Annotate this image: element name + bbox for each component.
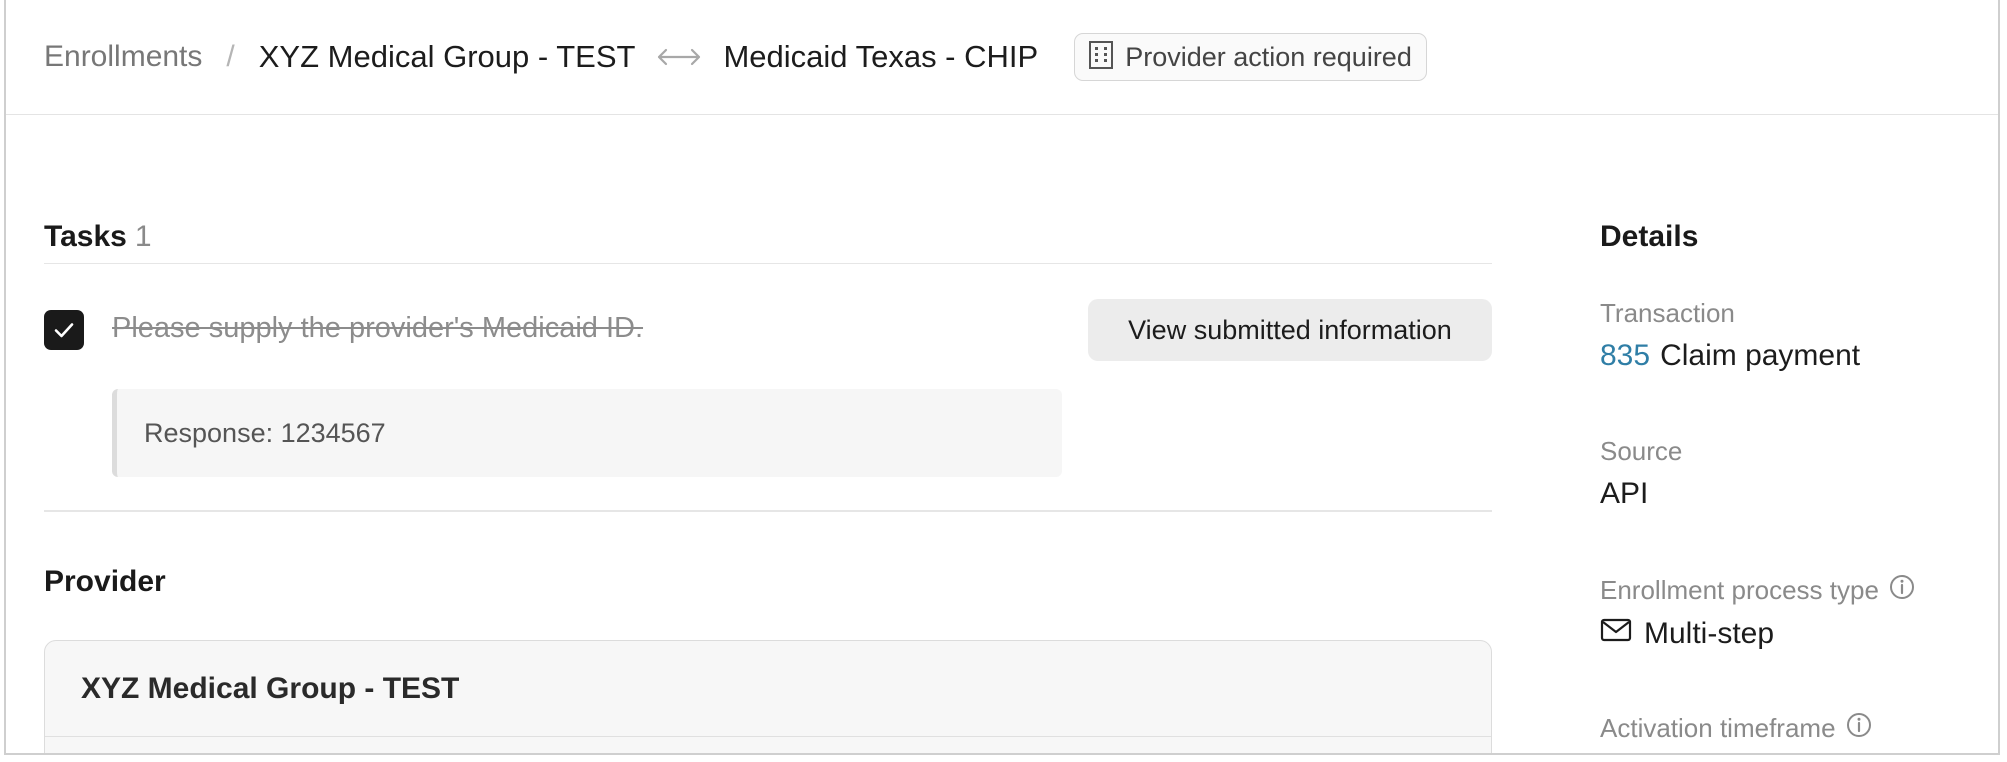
- detail-source: Source API: [1600, 436, 1682, 511]
- detail-activation-label-text: Activation timeframe: [1600, 713, 1836, 743]
- swap-arrows-icon: [657, 47, 701, 67]
- status-badge-label: Provider action required: [1125, 41, 1412, 72]
- task-text: Please supply the provider's Medicaid ID…: [112, 312, 644, 344]
- breadcrumb-payer: Medicaid Texas - CHIP: [723, 39, 1039, 74]
- view-submitted-information-button[interactable]: View submitted information: [1088, 299, 1492, 361]
- section-divider: [44, 510, 1492, 512]
- tasks-title: Tasks: [44, 220, 127, 253]
- tasks-count: 1: [134, 220, 152, 253]
- detail-transaction-label: Transaction: [1600, 298, 1735, 328]
- mail-icon: [1600, 617, 1632, 651]
- process-type-text: Multi-step: [1644, 617, 1775, 650]
- breadcrumb: Enrollments / XYZ Medical Group - TEST M…: [6, 0, 1998, 115]
- provider-card[interactable]: XYZ Medical Group - TEST: [44, 640, 1492, 753]
- task-item: Please supply the provider's Medicaid ID…: [44, 264, 1492, 394]
- detail-transaction: Transaction 835 Claim payment: [1600, 298, 1860, 373]
- details-title: Details: [1600, 220, 1699, 253]
- breadcrumb-separator: /: [226, 40, 235, 73]
- building-icon: [1087, 40, 1115, 75]
- main-content: Tasks 1 Please supply the provider's Med…: [44, 220, 1492, 753]
- provider-name: XYZ Medical Group - TEST: [45, 641, 1491, 737]
- detail-transaction-value: 835 Claim payment: [1600, 339, 1860, 373]
- info-icon[interactable]: [1889, 574, 1915, 607]
- detail-activation-label: Activation timeframe: [1600, 712, 1872, 745]
- status-badge: Provider action required: [1074, 33, 1427, 81]
- check-icon: [54, 323, 74, 338]
- detail-source-label: Source: [1600, 436, 1683, 466]
- tasks-header: Tasks 1: [44, 220, 1492, 264]
- detail-process-type-label-text: Enrollment process type: [1600, 575, 1879, 605]
- detail-activation: Activation timeframe: [1600, 712, 1872, 745]
- breadcrumb-provider: XYZ Medical Group - TEST: [258, 39, 636, 74]
- detail-source-value: API: [1600, 477, 1649, 510]
- task-checkbox[interactable]: [44, 310, 84, 350]
- details-panel: Details Transaction 835 Claim payment So…: [1600, 220, 1980, 743]
- detail-process-type-label: Enrollment process type: [1600, 574, 1915, 607]
- info-icon[interactable]: [1846, 712, 1872, 745]
- provider-section-title: Provider: [44, 565, 166, 598]
- transaction-code[interactable]: 835: [1600, 339, 1650, 373]
- detail-process-type-value: Multi-step: [1600, 617, 1915, 651]
- transaction-name: Claim payment: [1660, 339, 1861, 372]
- app-frame: Enrollments / XYZ Medical Group - TEST M…: [4, 0, 2000, 755]
- task-response: Response: 1234567: [112, 389, 1062, 477]
- detail-process-type: Enrollment process type Multi-step: [1600, 574, 1915, 651]
- breadcrumb-enrollments-link[interactable]: Enrollments: [44, 40, 202, 74]
